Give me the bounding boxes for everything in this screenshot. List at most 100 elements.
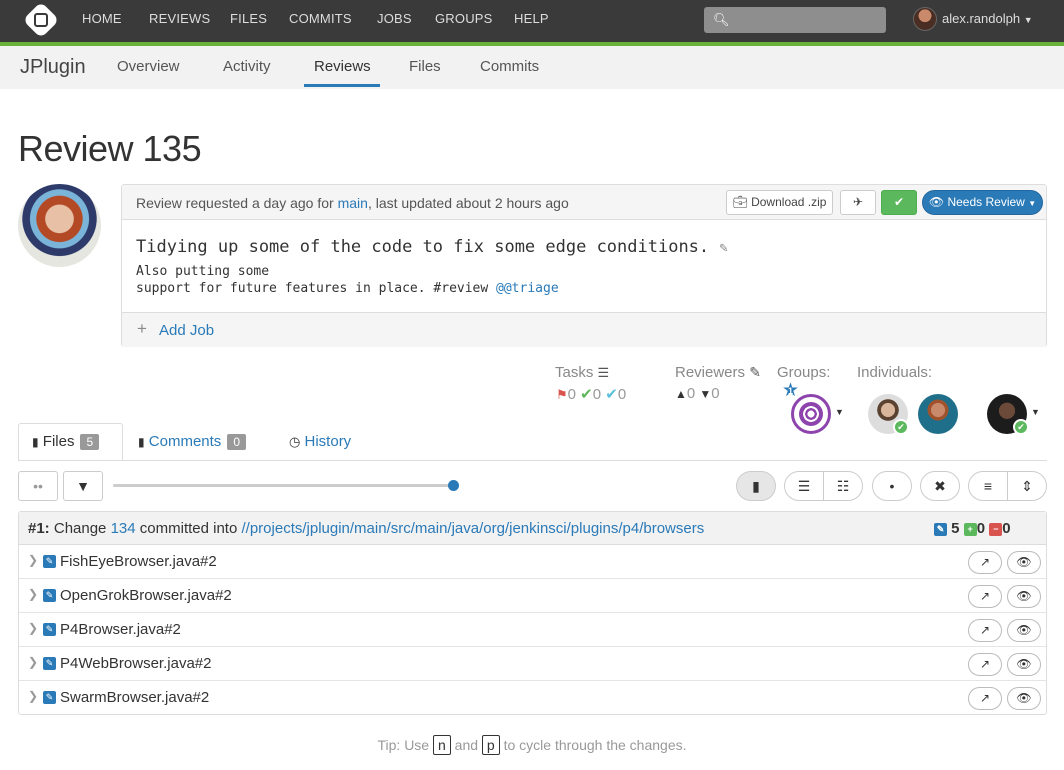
- group-avatar-pattern: [799, 402, 823, 426]
- user-avatar[interactable]: [913, 7, 937, 31]
- edit-icon: ✎: [43, 555, 56, 568]
- collapse-all-button[interactable]: ≡: [968, 471, 1008, 501]
- chevron-right-icon[interactable]: ❯: [28, 689, 38, 703]
- mention-link[interactable]: @@triage: [496, 281, 559, 296]
- whitespace-dot-icon: •: [889, 478, 895, 494]
- vote-counts: ▲0 ▼0: [675, 385, 720, 402]
- version-slider-track[interactable]: [113, 484, 453, 487]
- nav-home[interactable]: HOME: [82, 0, 122, 42]
- filter-button[interactable]: ▼: [63, 471, 103, 501]
- description-line: support for future features in place. #r…: [136, 280, 559, 297]
- file-row[interactable]: ❯ ✎ SwarmBrowser.java#2 ↗ 👁︎: [19, 681, 1046, 715]
- search-input[interactable]: 🔍︎: [704, 7, 886, 33]
- file-name[interactable]: P4Browser.java#2: [60, 621, 181, 638]
- open-file-button[interactable]: ↗: [968, 619, 1002, 642]
- toggle-comments-button[interactable]: ▮: [736, 471, 776, 501]
- add-job-row[interactable]: + Add Job: [122, 312, 1046, 347]
- chevron-right-icon[interactable]: ❯: [28, 621, 38, 635]
- chevron-down-icon[interactable]: ▼: [1031, 407, 1040, 417]
- toggle-diff-dots-button[interactable]: ••: [18, 471, 58, 501]
- chevron-right-icon[interactable]: ❯: [28, 587, 38, 601]
- add-job-link[interactable]: Add Job: [159, 322, 214, 339]
- groups-label: Groups:: [777, 364, 831, 381]
- edit-icon: ✎: [43, 657, 56, 670]
- nav-files[interactable]: FILES: [230, 0, 267, 42]
- nav-help[interactable]: HELP: [514, 0, 549, 42]
- keyboard-tip: Tip: Use n and p to cycle through the ch…: [0, 735, 1064, 755]
- nav-reviews[interactable]: REVIEWS: [149, 0, 210, 42]
- tab-history[interactable]: ◷ History: [289, 433, 351, 450]
- version-slider-handle[interactable]: [448, 480, 459, 491]
- tip-text: and: [454, 737, 479, 753]
- open-file-button[interactable]: ↗: [968, 687, 1002, 710]
- list-icon[interactable]: ☰: [598, 365, 610, 380]
- tab-activity[interactable]: Activity: [223, 58, 271, 75]
- expand-all-button[interactable]: ⇕: [1007, 471, 1047, 501]
- file-name[interactable]: P4WebBrowser.java#2: [60, 655, 211, 672]
- tab-overview[interactable]: Overview: [117, 58, 180, 75]
- tab-files-panel[interactable]: ▮ Files 5: [18, 423, 123, 461]
- inline-diff-button[interactable]: ☰: [784, 471, 824, 501]
- tab-comments[interactable]: ▮ Comments 0: [138, 433, 246, 450]
- key-n: n: [432, 735, 451, 755]
- nav-jobs[interactable]: JOBS: [377, 0, 412, 42]
- show-whitespace-button[interactable]: •: [872, 471, 912, 501]
- open-file-button[interactable]: ↗: [968, 585, 1002, 608]
- side-by-side-button[interactable]: ☷: [823, 471, 863, 501]
- author-avatar[interactable]: [18, 184, 101, 267]
- edit-pencil-icon[interactable]: ✎: [749, 364, 761, 380]
- mark-read-button[interactable]: 👁︎: [1007, 585, 1041, 608]
- inline-list-icon: ☰: [797, 478, 811, 494]
- open-file-button[interactable]: ↗: [968, 551, 1002, 574]
- tab-reviews[interactable]: Reviews: [314, 58, 371, 75]
- file-row[interactable]: ❯ ✎ P4WebBrowser.java#2 ↗ 👁︎: [19, 647, 1046, 681]
- collapse-icon: ≡: [983, 478, 993, 494]
- branch-link[interactable]: main: [338, 195, 368, 211]
- nav-commits[interactable]: COMMITS: [289, 0, 352, 42]
- edit-pencil-icon[interactable]: ✎: [719, 240, 727, 256]
- tab-files[interactable]: Files: [409, 58, 441, 75]
- download-zip-button[interactable]: 💼︎ Download .zip: [726, 190, 833, 215]
- ignore-whitespace-button[interactable]: ✖: [920, 471, 960, 501]
- mark-read-button[interactable]: 👁︎: [1007, 551, 1041, 574]
- mark-read-button[interactable]: 👁︎: [1007, 619, 1041, 642]
- vote-up-count: 0: [686, 385, 696, 402]
- plane-icon: ✈︎: [852, 195, 864, 209]
- tab-commits[interactable]: Commits: [480, 58, 539, 75]
- change-summary: #1: Change 134 committed into //projects…: [28, 520, 704, 537]
- review-state-dropdown[interactable]: 👁︎ Needs Review ▼: [922, 190, 1043, 215]
- chevron-right-icon[interactable]: ❯: [28, 553, 38, 567]
- chevron-down-icon[interactable]: ▼: [835, 407, 844, 417]
- file-name[interactable]: SwarmBrowser.java#2: [60, 689, 209, 706]
- change-text: Change: [53, 520, 107, 537]
- project-name[interactable]: JPlugin: [20, 56, 86, 79]
- group-required-count: 1: [788, 386, 794, 396]
- file-row[interactable]: ❯ ✎ OpenGrokBrowser.java#2 ↗ 👁︎: [19, 579, 1046, 613]
- eye-icon: 👁︎: [928, 195, 945, 209]
- edit-icon: ✎: [43, 589, 56, 602]
- file-row[interactable]: ❯ ✎ FishEyeBrowser.java#2 ↗ 👁︎: [19, 545, 1046, 579]
- group-avatar[interactable]: [791, 394, 831, 434]
- mark-read-button[interactable]: 👁︎: [1007, 653, 1041, 676]
- user-menu[interactable]: alex.randolph ▼: [942, 0, 1033, 39]
- reviewer-avatar[interactable]: [918, 394, 958, 434]
- files-count-badge: 5: [80, 434, 100, 450]
- tasks-label-text: Tasks: [555, 364, 594, 381]
- nav-groups[interactable]: GROUPS: [435, 0, 493, 42]
- mark-read-button[interactable]: 👁︎: [1007, 687, 1041, 710]
- comments-count-badge: 0: [227, 434, 246, 450]
- reviewers-label-text: Reviewers: [675, 364, 746, 381]
- test-status-button[interactable]: ✔: [881, 190, 917, 215]
- depot-path-link[interactable]: //projects/jplugin/main/src/main/java/or…: [242, 520, 705, 537]
- verified-task-count: 0: [617, 386, 627, 403]
- file-name[interactable]: FishEyeBrowser.java#2: [60, 553, 217, 570]
- change-id-link[interactable]: 134: [111, 520, 136, 537]
- external-link-icon: ↗: [979, 691, 991, 705]
- file-name[interactable]: OpenGrokBrowser.java#2: [60, 587, 232, 604]
- file-row[interactable]: ❯ ✎ P4Browser.java#2 ↗ 👁︎: [19, 613, 1046, 647]
- tip-text: Tip: Use: [377, 737, 430, 753]
- chevron-right-icon[interactable]: ❯: [28, 655, 38, 669]
- deploy-button[interactable]: ✈︎: [840, 190, 876, 215]
- external-link-icon: ↗: [979, 657, 991, 671]
- open-file-button[interactable]: ↗: [968, 653, 1002, 676]
